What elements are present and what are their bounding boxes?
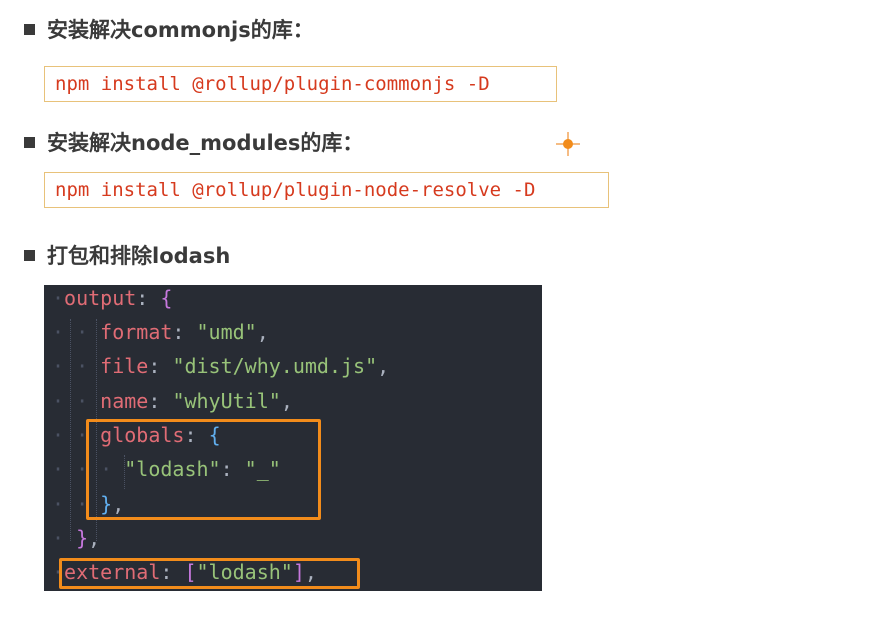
command-box-commonjs[interactable]: npm install @rollup/plugin-commonjs -D xyxy=(44,66,557,102)
bullet-square-icon xyxy=(24,249,35,261)
heading-text: 打包和排除lodash xyxy=(47,244,231,268)
code-line-output: · output: { xyxy=(52,286,173,310)
name-value: "whyUtil" xyxy=(172,389,281,413)
bullet-square-icon xyxy=(24,23,35,35)
code-editor-panel: · output: { · · format: "umd", · · file:… xyxy=(44,285,542,591)
format-key: format xyxy=(100,320,173,344)
name-key: name xyxy=(100,389,149,413)
globals-highlight-box xyxy=(86,419,321,520)
code-line-output-close: · }, xyxy=(52,526,101,550)
heading-text: 安装解决node_modules的库： xyxy=(47,131,364,155)
bullet-square-icon xyxy=(24,136,35,148)
heading-text: 安装解决commonjs的库： xyxy=(47,18,314,42)
command-text: npm install @rollup/plugin-node-resolve … xyxy=(55,179,536,201)
section-heading-lodash: 打包和排除lodash xyxy=(24,240,230,270)
command-box-node-resolve[interactable]: npm install @rollup/plugin-node-resolve … xyxy=(44,172,609,208)
output-key: output xyxy=(64,286,137,310)
file-key: file xyxy=(100,354,149,378)
code-line-file: · · file: "dist/why.umd.js", xyxy=(52,354,390,378)
external-highlight-box xyxy=(59,558,360,589)
format-value: "umd" xyxy=(196,320,257,344)
section-heading-commonjs: 安装解决commonjs的库： xyxy=(24,14,314,44)
crosshair-cursor-icon xyxy=(556,132,580,156)
code-line-format: · · format: "umd", xyxy=(52,320,269,344)
command-text: npm install @rollup/plugin-commonjs -D xyxy=(55,73,490,95)
code-line-name: · · name: "whyUtil", xyxy=(52,389,293,413)
section-heading-node-modules: 安装解决node_modules的库： xyxy=(24,127,363,157)
file-value: "dist/why.umd.js" xyxy=(172,354,378,378)
